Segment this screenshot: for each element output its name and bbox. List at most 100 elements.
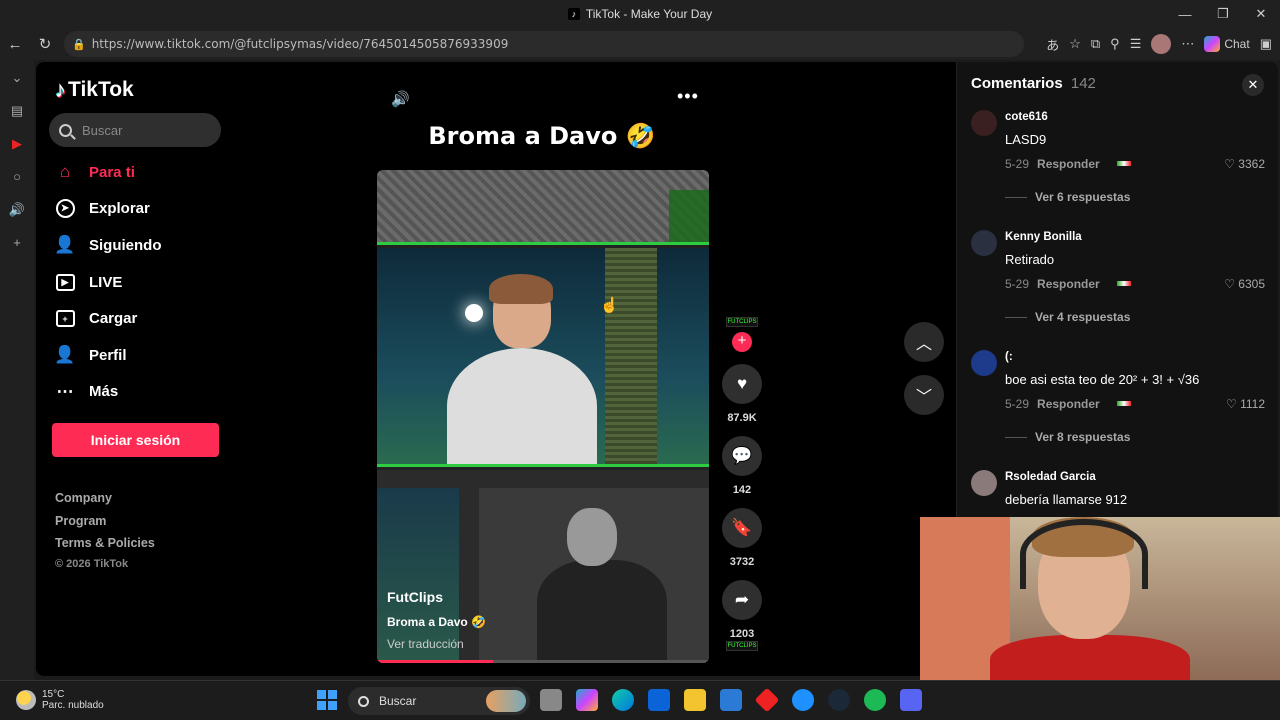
comment-action[interactable]: 💬 142: [722, 436, 762, 496]
search-icon: [358, 695, 369, 707]
taskbar-search[interactable]: Buscar: [348, 687, 530, 715]
search-input[interactable]: Buscar: [49, 113, 221, 147]
back-icon[interactable]: ←: [0, 29, 30, 59]
nav-item-perfil[interactable]: 👤 Perfil: [54, 337, 254, 374]
view-replies-button[interactable]: Ver 4 respuestas: [1005, 310, 1130, 324]
avatar[interactable]: [971, 110, 997, 136]
avatar[interactable]: [971, 230, 997, 256]
task-view-icon[interactable]: [540, 689, 562, 711]
sidebar-toggle-icon[interactable]: ▣: [1260, 36, 1272, 52]
previous-video-button[interactable]: ︿: [904, 322, 944, 362]
browser-vertical-tabs: ⌄ ▤ ▶ ○ 🔊 +: [0, 60, 34, 680]
avatar[interactable]: [971, 470, 997, 496]
comment-user[interactable]: (:: [1005, 351, 1013, 363]
close-comments-icon[interactable]: ✕: [1242, 74, 1264, 96]
bookmark-icon[interactable]: 🔖: [722, 508, 762, 548]
next-video-button[interactable]: ﹀: [904, 375, 944, 415]
audio-tab-icon[interactable]: 🔊: [0, 195, 34, 225]
person-figure: [437, 274, 597, 464]
tiktok-logo[interactable]: ♪ TikTok: [55, 77, 134, 103]
store-icon[interactable]: [720, 689, 742, 711]
footer-link-company[interactable]: Company: [55, 491, 155, 514]
avatar[interactable]: [971, 350, 997, 376]
comments-count: 142: [1070, 75, 1096, 92]
outlook-icon[interactable]: [648, 689, 670, 711]
profile-avatar[interactable]: [1151, 34, 1172, 54]
creator-avatar[interactable]: FUTCLIPS: [726, 317, 758, 327]
video-progress-bar[interactable]: [377, 660, 709, 663]
view-replies-button[interactable]: Ver 8 respuestas: [1005, 430, 1130, 444]
comment-likes[interactable]: ♡ 1112: [1226, 397, 1265, 411]
address-bar[interactable]: 🔒 https://www.tiktok.com/@futclipsymas/v…: [64, 31, 1024, 57]
windows-taskbar: 15°C Parc. nublado Buscar: [0, 680, 1280, 720]
close-window-icon[interactable]: ✕: [1242, 0, 1280, 28]
copilot-chat-button[interactable]: Chat: [1204, 36, 1250, 52]
copilot-app-icon[interactable]: [576, 689, 598, 711]
translate-icon[interactable]: あ: [1046, 35, 1059, 54]
maximize-icon[interactable]: ❐: [1204, 0, 1242, 28]
reload-icon[interactable]: ↻: [30, 29, 60, 59]
reply-button[interactable]: Responder: [1037, 157, 1100, 171]
share-action[interactable]: ➦ 1203: [722, 580, 762, 640]
help-icon[interactable]: [792, 689, 814, 711]
comment-text: boe asi esta teo de 20² + 3! + √36: [1005, 372, 1200, 387]
site-info-icon[interactable]: 🔒: [72, 38, 86, 51]
video-frame-top: [377, 170, 709, 242]
favorites-icon[interactable]: ☰: [1130, 36, 1142, 52]
spotify-icon[interactable]: [864, 689, 886, 711]
music-disc[interactable]: FUTCLIPS: [726, 641, 758, 651]
comment-icon[interactable]: 💬: [722, 436, 762, 476]
nav-item-live[interactable]: ▶ LIVE: [54, 264, 254, 301]
split-screen-icon[interactable]: ⚲: [1110, 36, 1120, 52]
app-diamond-icon[interactable]: [754, 687, 780, 713]
settings-more-icon[interactable]: ⋯: [1181, 36, 1194, 52]
comment-user[interactable]: Kenny Bonilla: [1005, 231, 1082, 243]
follow-button[interactable]: +: [732, 332, 752, 352]
nav-item-explorar[interactable]: ➤ Explorar: [54, 191, 254, 228]
comment-user[interactable]: cote616: [1005, 111, 1048, 123]
collapse-tabs-icon[interactable]: ⌄: [0, 63, 34, 93]
nav-item-siguiendo[interactable]: 👤 Siguiendo: [54, 227, 254, 264]
share-icon[interactable]: ➦: [722, 580, 762, 620]
weather-widget[interactable]: 15°C Parc. nublado: [16, 689, 104, 711]
minimize-icon[interactable]: —: [1166, 0, 1204, 28]
volume-icon[interactable]: 🔊: [391, 90, 410, 108]
reply-button[interactable]: Responder: [1037, 277, 1100, 291]
favorite-star-icon[interactable]: ☆: [1069, 36, 1081, 52]
file-explorer-icon[interactable]: [684, 689, 706, 711]
comment-count: 142: [732, 484, 752, 496]
nav-item-mas[interactable]: ⋯ Más: [54, 374, 254, 411]
nav-item-para-ti[interactable]: ⌂ Para ti: [54, 154, 254, 191]
home-icon: ⌂: [59, 162, 71, 182]
video-player[interactable]: FutClips Broma a Davo 🤣 Ver traducción: [377, 170, 709, 663]
steam-icon[interactable]: [828, 689, 850, 711]
translate-link[interactable]: Ver traducción: [387, 637, 486, 651]
like-action[interactable]: ♥ 87.9K: [722, 364, 762, 424]
comment-text: Retirado: [1005, 252, 1055, 267]
comment-likes[interactable]: ♡ 6305: [1224, 277, 1265, 291]
save-action[interactable]: 🔖 3732: [722, 508, 762, 568]
tab-icon[interactable]: ▤: [0, 96, 34, 126]
window-title: TikTok - Make Your Day: [585, 7, 713, 21]
view-replies-button[interactable]: Ver 6 respuestas: [1005, 190, 1130, 204]
extensions-icon[interactable]: ⧉: [1091, 36, 1100, 52]
comment-user[interactable]: Rsoledad Garcia: [1005, 471, 1096, 483]
youtube-tab-icon[interactable]: ▶: [0, 129, 34, 159]
new-tab-icon[interactable]: +: [0, 228, 34, 258]
footer-link-program[interactable]: Program: [55, 514, 155, 537]
discord-icon[interactable]: [900, 689, 922, 711]
nav-item-cargar[interactable]: + Cargar: [54, 300, 254, 337]
comment-likes[interactable]: ♡ 3362: [1224, 157, 1265, 171]
reply-button[interactable]: Responder: [1037, 397, 1100, 411]
edge-icon[interactable]: [612, 689, 634, 711]
browser-toolbar: ← ↻ 🔒 https://www.tiktok.com/@futclipsym…: [0, 28, 1280, 60]
main-nav: ⌂ Para ti ➤ Explorar 👤 Siguiendo ▶ LIVE …: [54, 154, 254, 410]
heart-icon[interactable]: ♥: [722, 364, 762, 404]
more-icon: ⋯: [56, 381, 74, 401]
footer-link-terms[interactable]: Terms & Policies: [55, 536, 155, 559]
login-button[interactable]: Iniciar sesión: [52, 423, 219, 457]
video-more-icon[interactable]: •••: [677, 86, 699, 107]
video-author[interactable]: FutClips: [387, 589, 486, 605]
start-button[interactable]: [317, 690, 337, 710]
tab-icon[interactable]: ○: [0, 162, 34, 192]
